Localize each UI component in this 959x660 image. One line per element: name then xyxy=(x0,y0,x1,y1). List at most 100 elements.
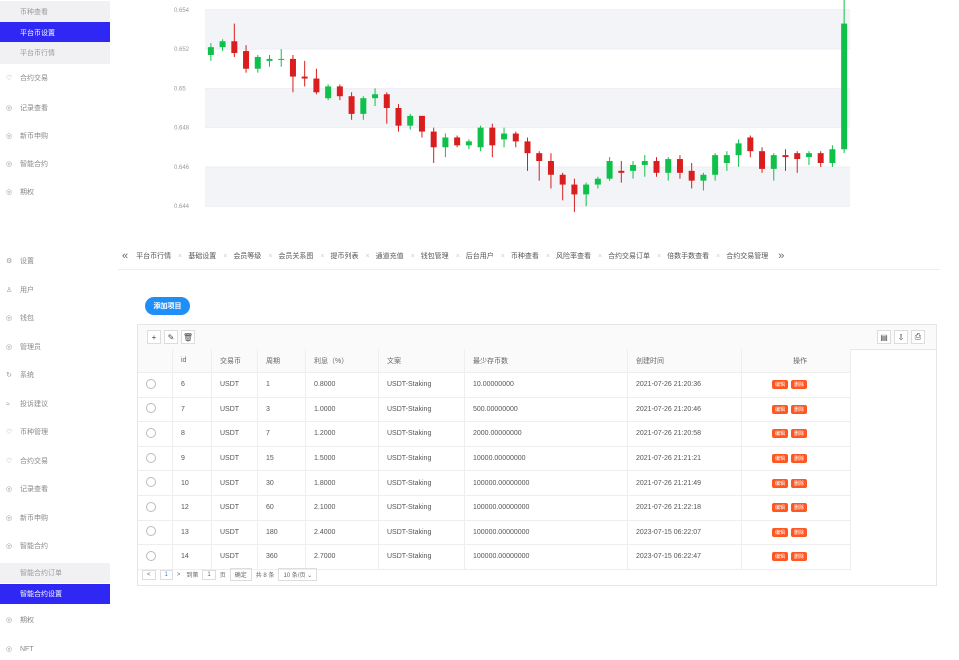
sidebar-item[interactable]: ♙ 用户 xyxy=(0,279,110,301)
sidebar-item[interactable]: ◎ 智能合约 xyxy=(0,153,110,175)
sidebar-item[interactable]: 平台币设置 xyxy=(0,22,110,44)
tab[interactable]: 会员等级 × xyxy=(233,251,272,261)
sidebar-item[interactable]: ♡ 合约交易 xyxy=(0,450,110,472)
print-icon[interactable]: ⎙ xyxy=(911,330,925,344)
tab[interactable]: 会员关系图 × xyxy=(278,251,324,261)
tab[interactable]: 平台币行情 × xyxy=(136,251,182,261)
sidebar-item[interactable]: 智能合约设置 xyxy=(0,584,110,604)
export-icon[interactable]: ⇩ xyxy=(894,330,908,344)
delete-button[interactable]: 删除 xyxy=(791,503,808,513)
table-row[interactable]: 10 USDT 30 1.8000 USDT-Staking 100000.0000000… xyxy=(138,470,851,496)
tab[interactable]: 提币列表 × xyxy=(331,251,370,261)
sidebar-item[interactable]: ◎ 记录查看 xyxy=(0,97,110,119)
table-row[interactable]: 8 USDT 7 1.2000 USDT-Staking 2000.00000000 202… xyxy=(138,421,851,447)
delete-button[interactable]: 删除 xyxy=(791,429,808,439)
sidebar-item[interactable]: 平台币行情 xyxy=(0,42,110,64)
tab-close-icon[interactable]: × xyxy=(456,253,460,260)
row-radio[interactable] xyxy=(146,378,156,389)
tab-close-icon[interactable]: × xyxy=(366,253,370,260)
sidebar-item[interactable]: ◎ 钱包 xyxy=(0,307,110,329)
edit-button[interactable]: 编辑 xyxy=(772,380,789,390)
pager-size-select[interactable]: 10 条/页 ⌄ xyxy=(278,568,318,581)
row-radio[interactable] xyxy=(146,550,156,561)
tab-close-icon[interactable]: × xyxy=(320,253,324,260)
operation-cell: 编辑 删除 xyxy=(741,446,851,472)
table-cell: 2021-07-26 21:20:46 xyxy=(627,397,742,423)
candle xyxy=(325,84,332,101)
tab-close-icon[interactable]: × xyxy=(268,253,272,260)
edit-button[interactable]: 编辑 xyxy=(772,503,789,513)
row-radio[interactable] xyxy=(146,526,156,537)
pager-confirm-button[interactable]: 确定 xyxy=(229,568,252,581)
row-radio[interactable] xyxy=(146,501,156,512)
sidebar-item[interactable]: ◎ 期权 xyxy=(0,181,110,203)
row-radio[interactable] xyxy=(146,427,156,438)
edit-button[interactable]: 编辑 xyxy=(772,429,789,439)
sidebar-item[interactable]: ♡ 币种管理 xyxy=(0,421,110,443)
sidebar-item[interactable]: ◎ NFT xyxy=(0,638,110,660)
tab-close-icon[interactable]: × xyxy=(501,253,505,260)
tab[interactable]: 合约交易管理 xyxy=(726,251,768,261)
table-row[interactable]: 6 USDT 1 0.8000 USDT-Staking 10.00000000 2021-… xyxy=(138,372,851,398)
edit-button[interactable]: 编辑 xyxy=(772,404,789,414)
tab[interactable]: 合约交易订单 × xyxy=(608,251,661,261)
delete-button[interactable]: 删除 xyxy=(791,454,808,464)
tab[interactable]: 倍数手数查看 × xyxy=(667,251,720,261)
tab[interactable]: 币种查看 × xyxy=(511,251,550,261)
sidebar-item[interactable]: ↻ 系统 xyxy=(0,364,110,386)
tab[interactable]: 通道充值 × xyxy=(376,251,415,261)
table-row[interactable]: 12 USDT 60 2.1000 USDT-Staking 100000.0000000… xyxy=(138,495,851,521)
add-icon[interactable]: + xyxy=(147,330,161,344)
table-row[interactable]: 9 USDT 15 1.5000 USDT-Staking 10000.00000000 2… xyxy=(138,446,851,472)
tab[interactable]: 后台用户 × xyxy=(466,251,505,261)
sidebar-item[interactable]: ♡ 合约交易 xyxy=(0,67,110,89)
sidebar-item[interactable]: ◎ 管理员 xyxy=(0,336,110,358)
delete-button[interactable]: 删除 xyxy=(791,478,808,488)
pager-page[interactable]: 1 xyxy=(159,569,173,580)
table-row[interactable]: 7 USDT 3 1.0000 USDT-Staking 500.00000000 2021… xyxy=(138,397,851,423)
table-row[interactable]: 13 USDT 180 2.4000 USDT-Staking 100000.000000… xyxy=(138,520,851,546)
edit-button[interactable]: 编辑 xyxy=(772,552,789,562)
sidebar-item[interactable]: 智能合约订单 xyxy=(0,563,110,583)
sidebar-item[interactable]: 币种查看 xyxy=(0,1,110,23)
pager-next[interactable]: > xyxy=(177,572,181,578)
trash-icon[interactable]: 🗑 xyxy=(181,330,195,344)
row-radio[interactable] xyxy=(146,403,156,414)
delete-button[interactable]: 删除 xyxy=(791,552,808,562)
row-select-cell xyxy=(138,446,173,472)
row-radio[interactable] xyxy=(146,477,156,488)
table-cell: 2021-07-26 21:20:58 xyxy=(627,421,742,447)
menu-icon: ◎ xyxy=(6,515,13,522)
sidebar-item[interactable]: ≈ 投诉建议 xyxy=(0,393,110,415)
edit-button[interactable]: 编辑 xyxy=(772,454,789,464)
tab-close-icon[interactable]: × xyxy=(657,253,661,260)
tab[interactable]: 基础设置 × xyxy=(188,251,227,261)
sidebar-item[interactable]: ◎ 记录查看 xyxy=(0,478,110,500)
delete-button[interactable]: 删除 xyxy=(791,404,808,414)
delete-button[interactable]: 删除 xyxy=(791,380,808,390)
sidebar-item[interactable]: ◎ 新币申购 xyxy=(0,507,110,529)
tab[interactable]: 风险率查看 × xyxy=(556,251,602,261)
tab-close-icon[interactable]: × xyxy=(411,253,415,260)
tab-close-icon[interactable]: × xyxy=(223,253,227,260)
add-item-button[interactable]: 添加项目 xyxy=(145,297,190,315)
pager-prev[interactable]: < xyxy=(142,569,156,580)
pager-goto-input[interactable]: 1 xyxy=(202,569,216,580)
tab-close-icon[interactable]: × xyxy=(716,253,720,260)
sidebar-item[interactable]: ◎ 期权 xyxy=(0,609,110,631)
tabs-next-arrow[interactable]: » xyxy=(778,250,784,262)
columns-icon[interactable]: ▤ xyxy=(877,330,891,344)
edit-button[interactable]: 编辑 xyxy=(772,478,789,488)
row-radio[interactable] xyxy=(146,452,156,463)
tab-close-icon[interactable]: × xyxy=(546,253,550,260)
tab-close-icon[interactable]: × xyxy=(598,253,602,260)
tabs-prev-arrow[interactable]: « xyxy=(122,250,128,262)
delete-button[interactable]: 删除 xyxy=(791,527,808,537)
edit-button[interactable]: 编辑 xyxy=(772,527,789,537)
tab[interactable]: 钱包管理 × xyxy=(421,251,460,261)
edit-icon[interactable]: ✎ xyxy=(164,330,178,344)
sidebar-item[interactable]: ⚙ 设置 xyxy=(0,250,110,272)
sidebar-item[interactable]: ◎ 新币申购 xyxy=(0,125,110,147)
tab-close-icon[interactable]: × xyxy=(178,253,182,260)
sidebar-item[interactable]: ◎ 智能合约 xyxy=(0,535,110,557)
